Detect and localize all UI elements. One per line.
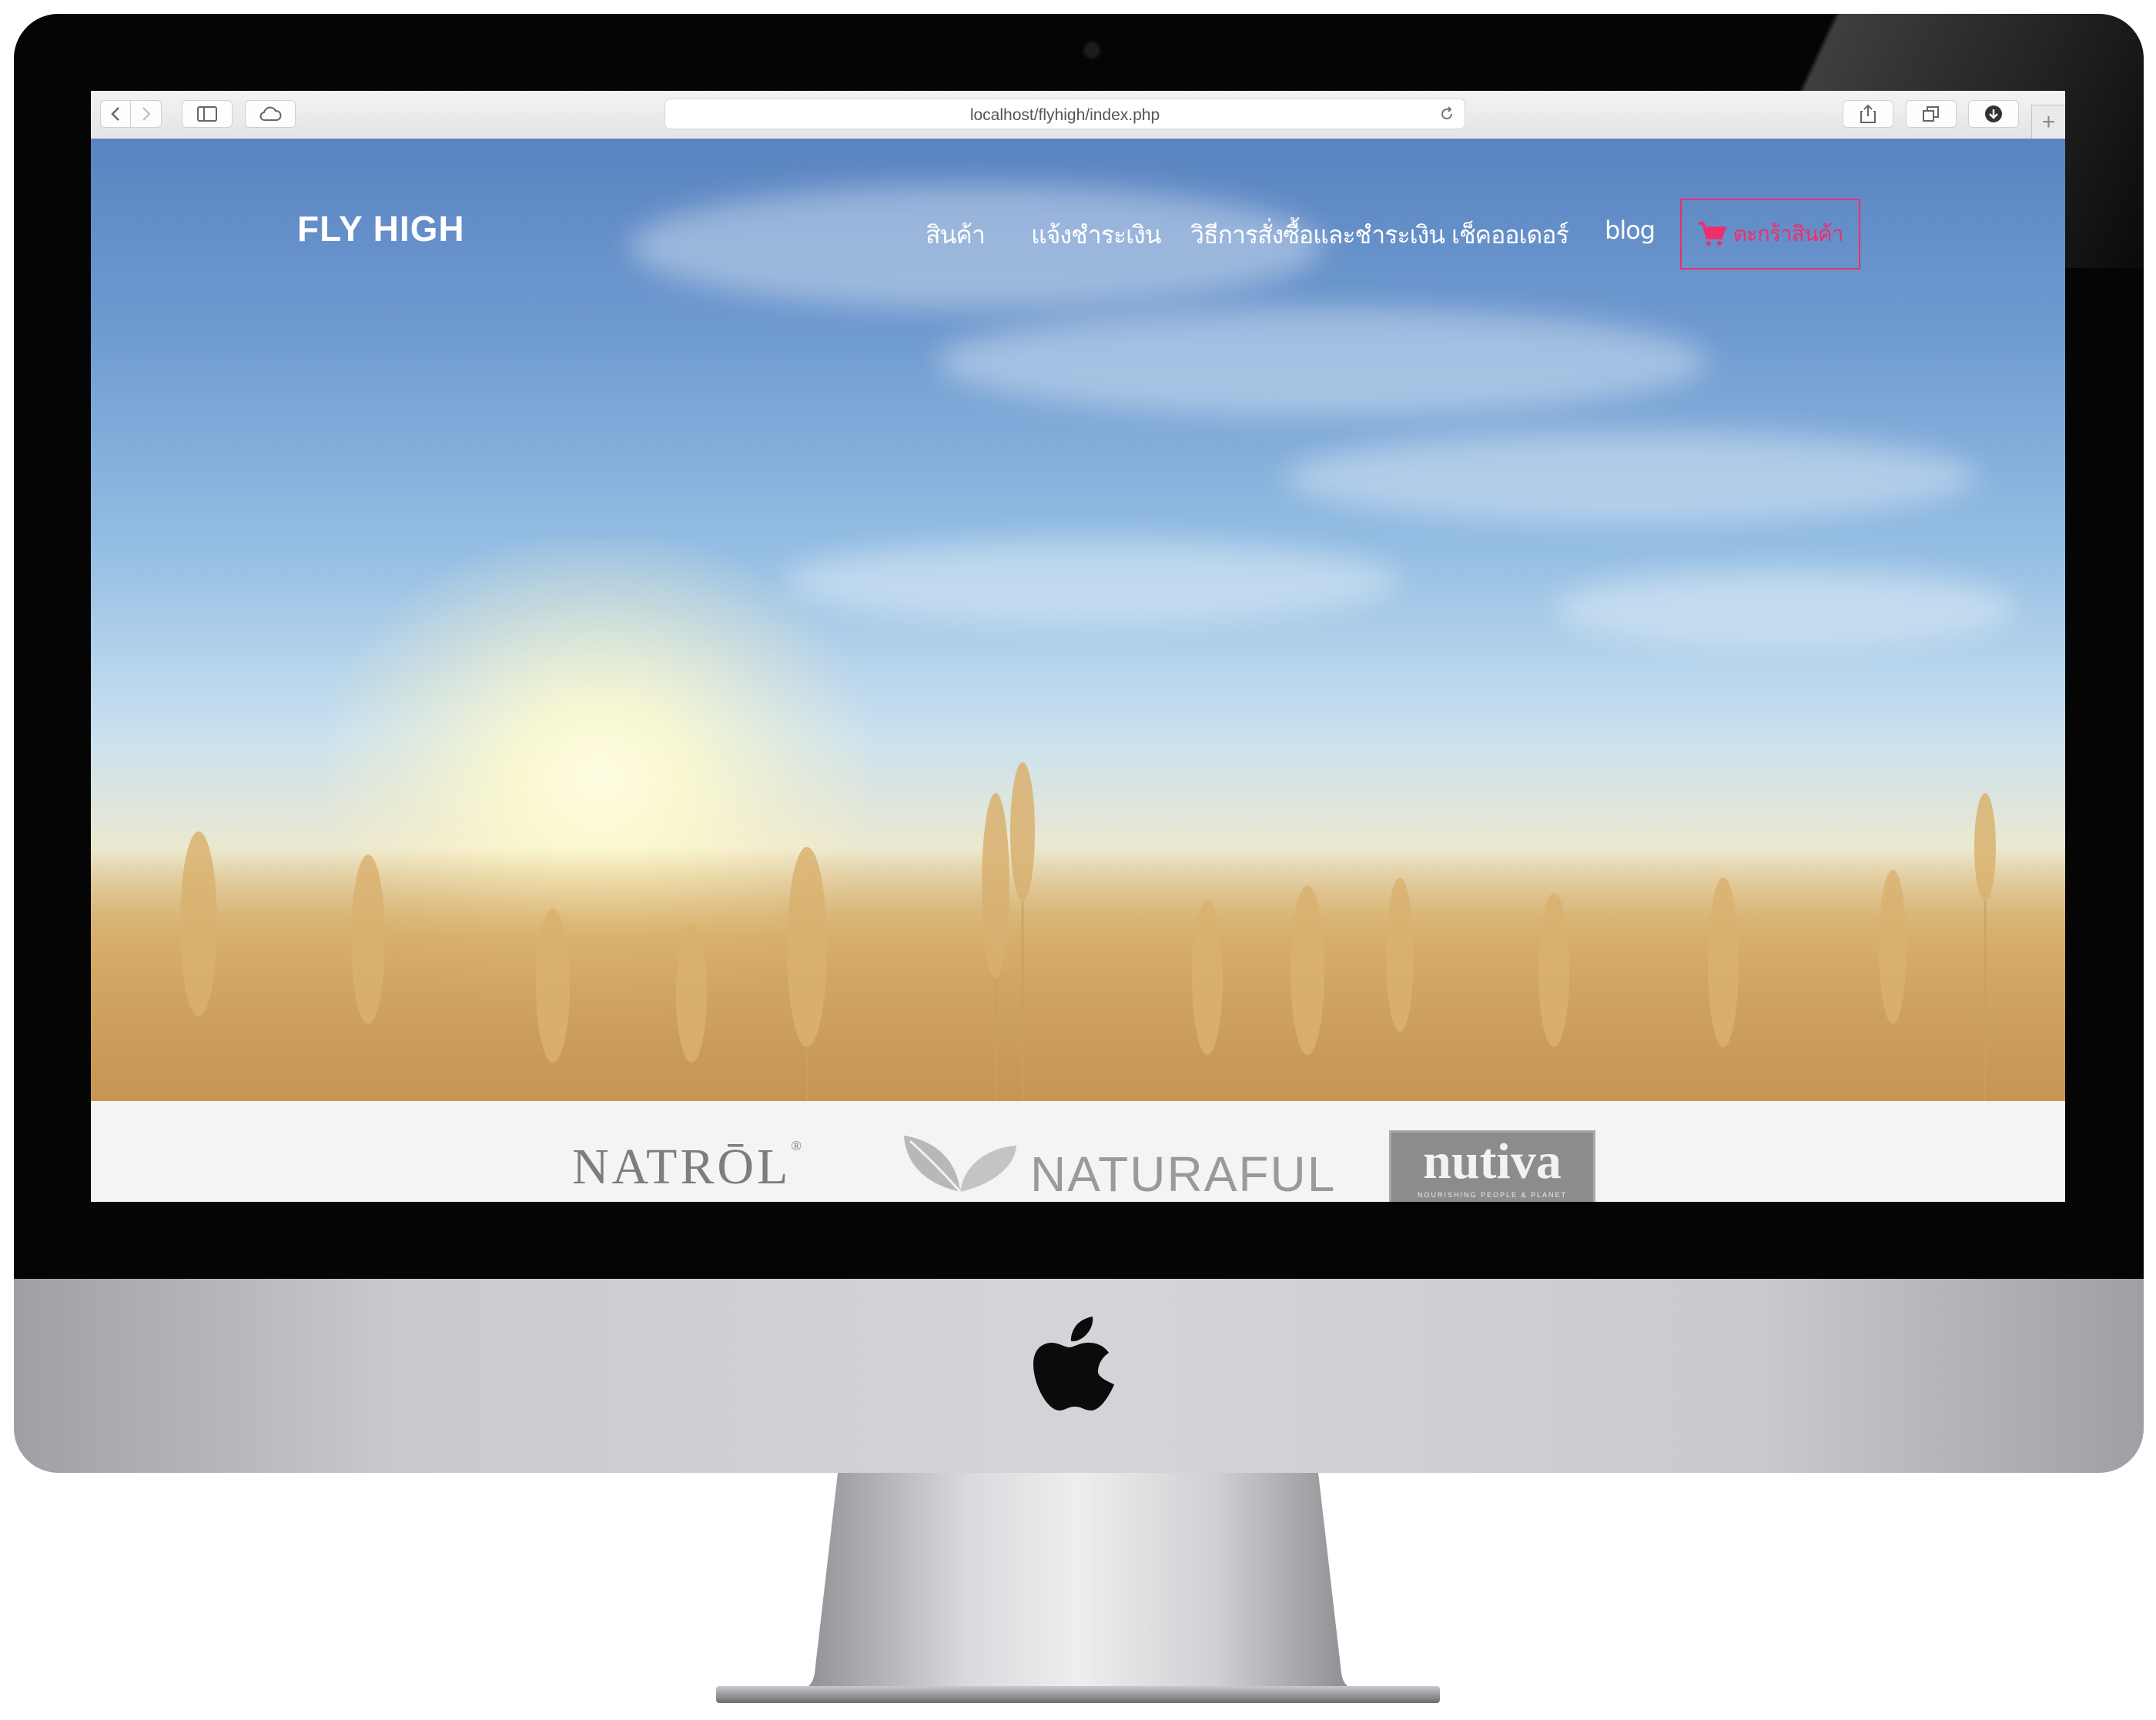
imac-stand [801, 1473, 1355, 1690]
nutiva-tagline: NOURISHING PEOPLE & PLANET [1417, 1191, 1568, 1199]
brand-nutiva-logo[interactable]: nutiva NOURISHING PEOPLE & PLANET [1389, 1130, 1595, 1202]
cart-label: ตะกร้าสินค้า [1732, 221, 1844, 246]
new-tab-button[interactable]: + [2031, 105, 2065, 139]
nav-how-to-order[interactable]: วิธีการสั่งซื้อและชำระเงิน [1190, 216, 1445, 255]
downloads-button[interactable] [1968, 100, 2019, 128]
nav-products[interactable]: สินค้า [926, 216, 986, 255]
sidebar-icon [197, 106, 217, 122]
back-icon [111, 107, 119, 121]
nav-check-order[interactable]: เช็คออเดอร์ [1451, 216, 1569, 255]
reload-icon[interactable] [1438, 105, 1455, 122]
nav-payment-notice[interactable]: แจ้งชำระเงิน [1031, 216, 1161, 255]
imac-stand-base [716, 1686, 1440, 1703]
hero-banner: FLY HIGH สินค้า แจ้งชำระเงิน วิธีการสั่ง… [91, 139, 2065, 1101]
imac-chin [14, 1279, 2144, 1473]
icloud-icon [259, 106, 282, 121]
browser-toolbar: localhost/flyhigh/index.php + [91, 91, 2065, 139]
url-text: localhost/flyhigh/index.php [969, 106, 1160, 124]
sidebar-button[interactable] [182, 100, 233, 128]
nav-blog[interactable]: blog [1605, 216, 1656, 245]
back-button[interactable] [100, 100, 131, 128]
forward-icon [142, 107, 151, 121]
forward-button[interactable] [131, 100, 162, 128]
site-logo[interactable]: FLY HIGH [297, 208, 465, 249]
address-bar[interactable]: localhost/flyhigh/index.php [665, 99, 1465, 129]
cart-button[interactable]: ตะกร้าสินค้า [1680, 199, 1860, 269]
share-icon [1860, 104, 1876, 123]
share-button[interactable] [1843, 100, 1893, 128]
download-icon [1985, 105, 2002, 122]
browser-window: localhost/flyhigh/index.php + FLY HIGH ส… [91, 91, 2065, 1202]
new-tab-icon: + [2041, 109, 2056, 135]
cart-icon [1698, 222, 1727, 246]
tab-overview-button[interactable] [1906, 100, 1957, 128]
brand-naturaful-logo[interactable]: NATURAFUL [1030, 1146, 1336, 1202]
brand-strip: NATRŌL® NATURAFUL nutiva NOURISHING PEOP… [91, 1101, 2065, 1202]
natrol-wordmark: NATRŌL [572, 1139, 792, 1195]
naturaful-leaf-icon [904, 1136, 1016, 1193]
brand-natrol-logo[interactable]: NATRŌL® [572, 1138, 805, 1196]
icloud-tabs-button[interactable] [245, 100, 296, 128]
registered-mark: ® [791, 1138, 805, 1153]
tabs-icon [1923, 106, 1939, 122]
wheat-stalks [180, 762, 1996, 1101]
webcam [1085, 43, 1099, 57]
nutiva-wordmark: nutiva [1423, 1133, 1562, 1190]
apple-logo [1033, 1317, 1114, 1410]
